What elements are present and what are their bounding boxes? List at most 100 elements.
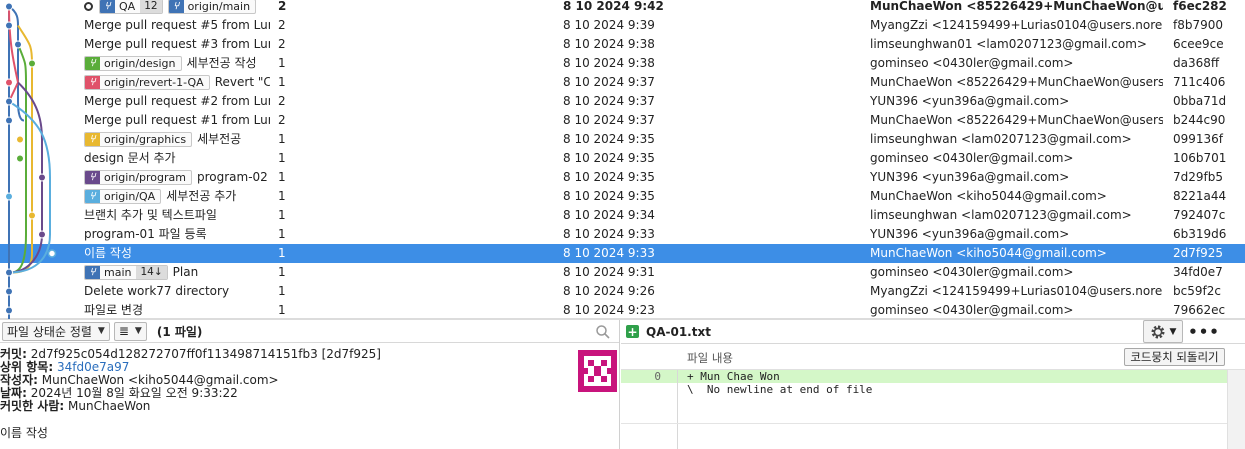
horizontal-scrollbar[interactable] <box>621 423 1227 424</box>
commit-row[interactable]: ⑂ main 14↓ Plan 1 8 10 2024 9:31 gominseo <043… <box>0 263 1245 282</box>
branch-label[interactable]: ⑂ origin/main <box>167 0 257 14</box>
commit-message: Merge pull request #2 from Lurias <box>84 94 270 108</box>
commit-row[interactable]: ⑂ origin/design 세부전공 작성 1 8 10 2024 9:38 gomi… <box>0 54 1245 73</box>
commit-date: 8 10 2024 9:34 <box>563 208 655 222</box>
commit-row[interactable]: Merge pull request #3 from Lurias 2 8 10 2… <box>0 35 1245 54</box>
branch-label[interactable]: ⑂ QA 12 <box>99 0 163 14</box>
commit-node[interactable] <box>14 40 22 49</box>
commit-author: limseunghwan01 <lam0207123@gmail.com> <box>870 37 1147 51</box>
branch-icon: ⑂ <box>85 266 100 279</box>
commit-description: ⑂ main 14↓ Plan <box>84 263 270 282</box>
commit-label: 커밋: <box>0 347 27 361</box>
commit-node[interactable] <box>5 116 13 125</box>
branch-name: origin/revert-1-QA <box>104 76 204 89</box>
branch-name: origin/main <box>187 0 251 13</box>
parent-label: 상위 항목: <box>0 360 54 374</box>
commit-message: 세부전공 <box>197 132 242 146</box>
committer-label: 커밋한 사람: <box>0 399 65 413</box>
author-value: MunChaeWon <kiho5044@gmail.com> <box>41 373 279 387</box>
branch-label[interactable]: ⑂ origin/graphics <box>84 132 193 147</box>
commit-row[interactable]: Delete work77 directory 1 8 10 2024 9:26 My… <box>0 282 1245 301</box>
commit-message: Merge pull request #3 from Lurias <box>84 37 270 51</box>
commit-node[interactable] <box>5 2 13 11</box>
commit-row[interactable]: ⑂ origin/QA 세부전공 추가 1 8 10 2024 9:35 MunChaeW… <box>0 187 1245 206</box>
commit-message: Delete work77 directory <box>84 284 230 298</box>
commit-node[interactable] <box>47 249 57 258</box>
avatar <box>578 350 617 392</box>
sort-label: 파일 상태순 정렬 <box>7 324 92 339</box>
commit-node[interactable] <box>38 230 46 239</box>
file-count: (1 파일) <box>156 324 203 339</box>
revert-hunk-button[interactable]: 코드뭉치 되돌리기 <box>1124 348 1225 366</box>
commit-details: 커밋: 2d7f925c054d128272707ff0f11349871415… <box>0 348 570 440</box>
commit-count: 1 <box>278 265 286 279</box>
commit-row[interactable]: ⑂ origin/program program-02 1 8 10 2024 9:35… <box>0 168 1245 187</box>
branch-name: origin/QA <box>104 190 156 203</box>
author-label: 작성자: <box>0 373 38 387</box>
commit-node[interactable] <box>5 21 13 30</box>
branch-icon: ⑂ <box>168 0 184 13</box>
commit-node[interactable] <box>16 154 24 163</box>
commit-node[interactable] <box>5 78 13 87</box>
branch-label[interactable]: ⑂ origin/program <box>84 170 192 185</box>
view-mode-dropdown[interactable]: ≣ ▼ <box>113 321 147 341</box>
commit-row[interactable]: program-01 파일 등록 1 8 10 2024 9:33 YUN396 <y… <box>0 225 1245 244</box>
commit-node[interactable] <box>5 306 13 315</box>
commit-author: limseunghwan <lam0207123@gmail.com> <box>870 208 1132 222</box>
commit-row[interactable]: Merge pull request #2 from Lurias 2 8 10 2… <box>0 92 1245 111</box>
branch-icon: ⑂ <box>85 57 100 70</box>
commit-author: YUN396 <yun396a@gmail.com> <box>870 227 1070 241</box>
commit-row[interactable]: Merge pull request #5 from Lurias 2 8 10 2… <box>0 16 1245 35</box>
commit-row[interactable]: ⑂ origin/graphics 세부전공 1 8 10 2024 9:35 limse… <box>0 130 1245 149</box>
commit-node[interactable] <box>28 59 36 68</box>
commit-node[interactable] <box>5 268 13 277</box>
commit-description: ⑂ origin/revert-1-QA Revert "C <box>84 73 270 92</box>
commit-node[interactable] <box>5 287 13 296</box>
search-icon[interactable] <box>595 324 611 340</box>
commit-author: gominseo <0430ler@gmail.com> <box>870 151 1074 165</box>
line-number: 0 <box>654 370 661 383</box>
branch-label[interactable]: ⑂ origin/design <box>84 56 182 71</box>
sort-dropdown[interactable]: 파일 상태순 정렬 ▼ <box>2 321 110 341</box>
more-options-button[interactable]: ••• <box>1188 320 1219 343</box>
commit-date: 8 10 2024 9:35 <box>563 132 655 146</box>
commit-node[interactable] <box>5 97 13 106</box>
commit-hash: 34fd0e7 <box>1173 265 1223 279</box>
commit-message: Merge pull request #5 from Lurias <box>84 18 270 32</box>
commit-author: MunChaeWon <85226429+MunChaeWon@users.no… <box>870 75 1163 89</box>
commit-row[interactable]: 파일로 변경 1 8 10 2024 9:23 gominseo <0430ler@g… <box>0 301 1245 319</box>
commit-hash: 099136f <box>1173 132 1224 146</box>
commit-hash: 6cee9ce <box>1173 37 1224 51</box>
commit-node[interactable] <box>28 211 36 220</box>
commit-date: 8 10 2024 9:37 <box>563 75 655 89</box>
vertical-scrollbar[interactable] <box>1227 370 1245 449</box>
commit-hash: 2d7f925 <box>1173 246 1224 260</box>
commit-message: Merge pull request #1 from Lurias <box>84 113 270 127</box>
commit-row[interactable]: ⑂ origin/revert-1-QA Revert "C 1 8 10 2024 9… <box>0 73 1245 92</box>
commit-count: 2 <box>278 113 286 127</box>
commit-row[interactable]: 브랜치 추가 및 텍스트파일 1 8 10 2024 9:34 limseunghwa… <box>0 206 1245 225</box>
commit-node[interactable] <box>16 135 24 144</box>
settings-button[interactable]: ▼ <box>1143 320 1183 343</box>
branch-label[interactable]: ⑂ origin/QA <box>84 189 162 204</box>
commit-hash: f8b7900 <box>1173 18 1224 32</box>
commit-node[interactable] <box>38 173 46 182</box>
commit-hash-value: 2d7f925c054d128272707ff0f113498714151fb3… <box>30 347 381 361</box>
commit-row[interactable]: design 문서 추가 1 8 10 2024 9:35 gominseo <043… <box>0 149 1245 168</box>
parent-link[interactable]: 34fd0e7a97 <box>57 360 129 374</box>
commit-row[interactable]: ⑂ QA 12 ⑂ origin/main 2 8 10 2024 9:42 MunChaeW… <box>0 0 1245 16</box>
commit-row[interactable]: Merge pull request #1 from Lurias 2 8 10 2… <box>0 111 1245 130</box>
branch-name: origin/program <box>104 171 186 184</box>
branch-count-badge: 12 <box>140 0 162 13</box>
commit-description: ⑂ origin/program program-02 <box>84 168 270 187</box>
commit-count: 1 <box>278 246 286 260</box>
commit-description: ⑂ origin/graphics 세부전공 <box>84 130 270 149</box>
commit-node[interactable] <box>5 192 13 201</box>
commit-list[interactable]: ⑂ QA 12 ⑂ origin/main 2 8 10 2024 9:42 MunChaeW… <box>0 0 1245 319</box>
head-indicator-icon <box>84 2 93 11</box>
branch-label[interactable]: ⑂ main 14↓ <box>84 265 168 280</box>
commit-date: 8 10 2024 9:35 <box>563 170 655 184</box>
commit-author: gominseo <0430ler@gmail.com> <box>870 303 1074 317</box>
commit-row[interactable]: 이름 작성 1 8 10 2024 9:33 MunChaeWon <kiho5044… <box>0 244 1245 263</box>
branch-label[interactable]: ⑂ origin/revert-1-QA <box>84 75 210 90</box>
